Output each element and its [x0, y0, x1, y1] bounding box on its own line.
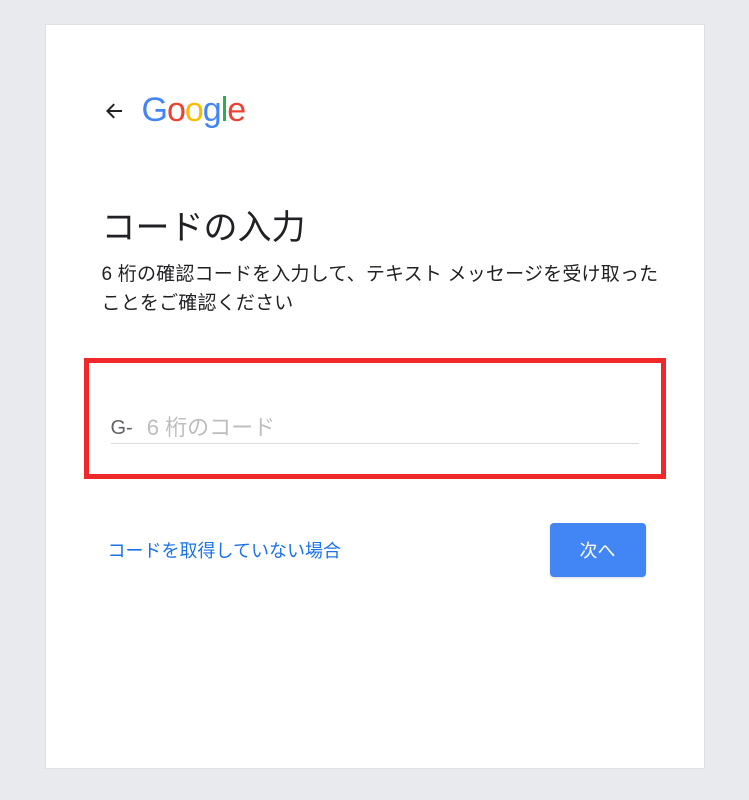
verification-card: Google コードの入力 6 桁の確認コードを入力して、テキスト メッセージを… [45, 24, 705, 769]
input-highlight-box: G- [84, 358, 666, 479]
code-input-row: G- [111, 415, 639, 444]
no-code-link[interactable]: コードを取得していない場合 [108, 537, 341, 563]
code-input[interactable] [147, 415, 639, 441]
header: Google [102, 91, 664, 130]
page-title: コードの入力 [102, 200, 664, 249]
next-button[interactable]: 次へ [550, 523, 646, 577]
actions-row: コードを取得していない場合 次へ [86, 523, 664, 577]
back-arrow-icon[interactable] [102, 99, 126, 123]
code-prefix: G- [111, 417, 133, 440]
page-subtitle: 6 桁の確認コードを入力して、テキスト メッセージを受け取ったことをご確認くださ… [102, 261, 664, 318]
heading-section: コードの入力 6 桁の確認コードを入力して、テキスト メッセージを受け取ったこと… [102, 200, 664, 318]
google-logo: Google [142, 91, 246, 130]
